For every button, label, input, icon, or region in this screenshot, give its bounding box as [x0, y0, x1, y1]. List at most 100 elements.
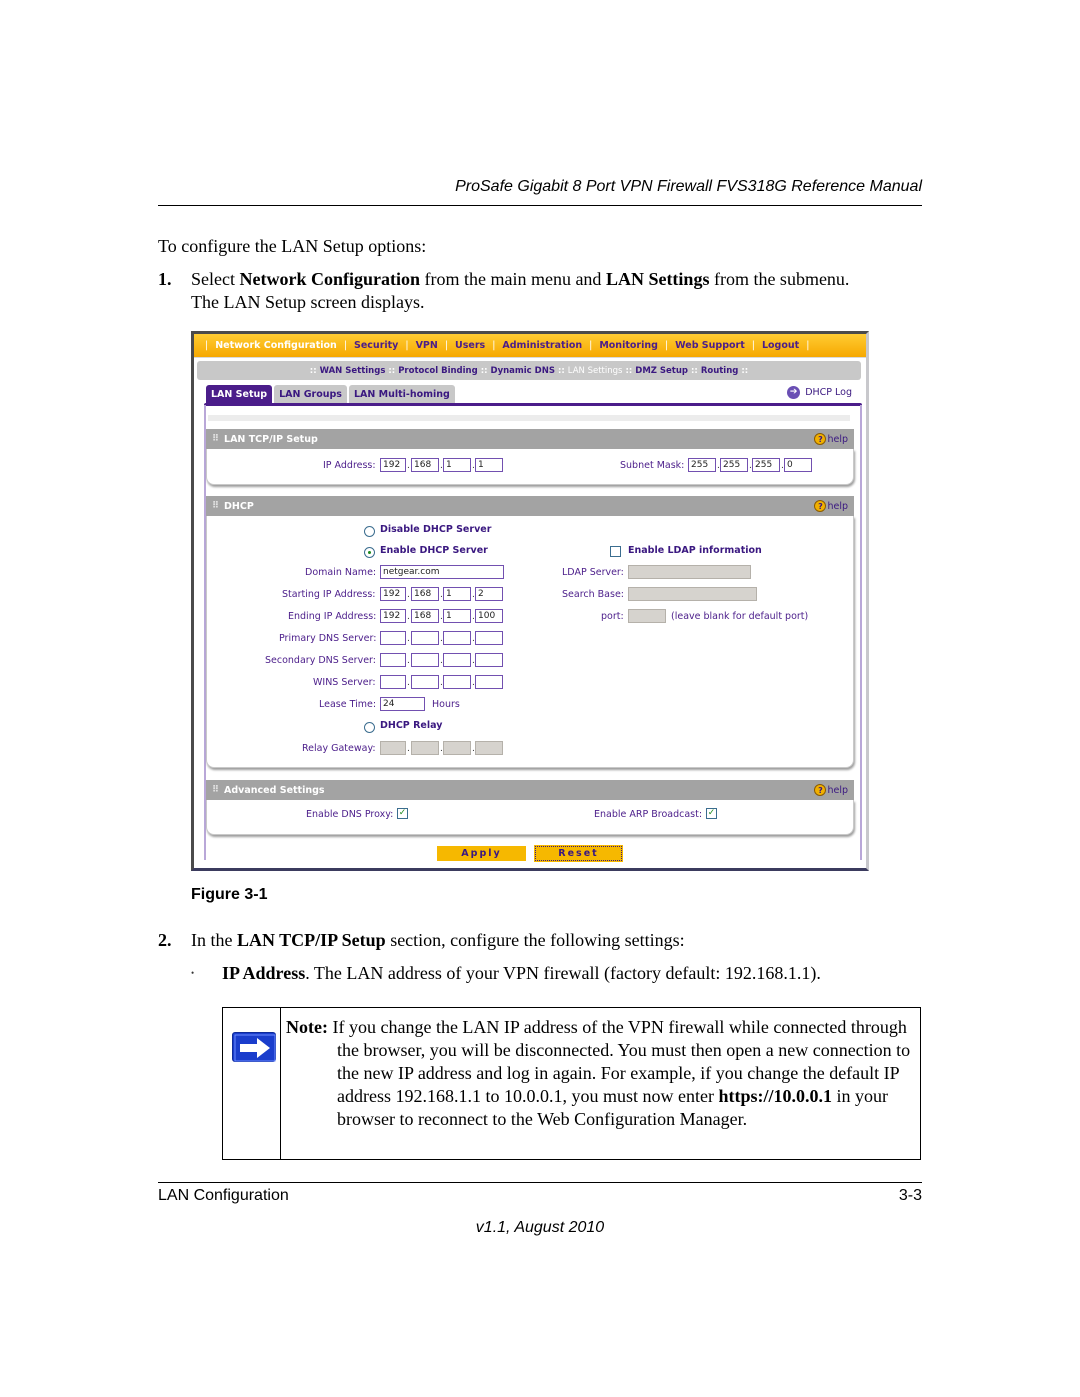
step-number: 1.: [158, 269, 172, 289]
lease-time-input[interactable]: 24: [380, 697, 425, 711]
menu-administration[interactable]: Administration: [502, 340, 582, 351]
relay-gateway-label: Relay Gateway:: [302, 743, 376, 754]
start-octet-4[interactable]: 2: [475, 587, 503, 601]
enable-dhcp-radio[interactable]: [364, 547, 375, 558]
submenu-dynamic-dns[interactable]: Dynamic DNS: [491, 366, 555, 376]
enable-ldap-checkbox[interactable]: [610, 546, 621, 557]
ip-octet-3[interactable]: 1: [443, 458, 471, 472]
step-2: 2. In the LAN TCP/IP Setup section, conf…: [158, 929, 922, 954]
submenu-lan-settings[interactable]: LAN Settings: [568, 366, 623, 376]
circle-arrow-icon: ➔: [787, 386, 801, 399]
mask-octet-1[interactable]: 255: [688, 458, 716, 472]
lease-unit-label: Hours: [432, 699, 460, 710]
submenu-routing[interactable]: Routing: [701, 366, 739, 376]
lan-tcpip-section-header: ⠿ LAN TCP/IP Setup ? help: [206, 429, 854, 449]
note-box: Note: If you change the LAN IP address o…: [222, 1007, 921, 1160]
mask-octet-4[interactable]: 0: [784, 458, 812, 472]
ip-octet-2[interactable]: 168: [411, 458, 439, 472]
dhcp-relay-radio[interactable]: [364, 722, 375, 733]
reset-button[interactable]: Reset: [534, 845, 623, 862]
disable-dhcp-radio[interactable]: [364, 526, 375, 537]
help-link[interactable]: ? help: [814, 500, 848, 512]
arrow-right-icon: [232, 1032, 276, 1062]
sub-menu: :: WAN Settings:: Protocol Binding:: Dyn…: [197, 361, 861, 380]
arp-broadcast-checkbox[interactable]: ✓: [706, 808, 717, 819]
help-link[interactable]: ? help: [814, 784, 848, 796]
ip-octet-4[interactable]: 1: [475, 458, 503, 472]
wins-octet-3[interactable]: [443, 675, 471, 689]
grip-icon: ⠿: [212, 785, 219, 795]
submenu-protocol-binding[interactable]: Protocol Binding: [398, 366, 478, 376]
menu-logout[interactable]: Logout: [762, 340, 799, 351]
start-octet-1[interactable]: 192: [380, 587, 406, 601]
end-octet-2[interactable]: 168: [411, 609, 439, 623]
apply-button[interactable]: Apply: [437, 846, 526, 861]
note-divider: [280, 1008, 281, 1159]
dns1-octet-3[interactable]: [443, 631, 471, 645]
dns1-octet-2[interactable]: [411, 631, 439, 645]
domain-name-label: Domain Name:: [305, 567, 377, 578]
menu-web-support[interactable]: Web Support: [675, 340, 745, 351]
step-body: Select Network Configuration from the ma…: [191, 268, 911, 314]
menu-users[interactable]: Users: [455, 340, 485, 351]
mask-octet-3[interactable]: 255: [752, 458, 780, 472]
dns2-octet-2[interactable]: [411, 653, 439, 667]
ending-ip-label: Ending IP Address:: [288, 611, 377, 622]
bold-url: https://10.0.0.1: [718, 1086, 832, 1106]
menu-vpn[interactable]: VPN: [416, 340, 438, 351]
bold-term: LAN Settings: [605, 269, 710, 289]
relay-octet-1: [380, 741, 406, 755]
port-label: port:: [601, 611, 624, 622]
port-hint: (leave blank for default port): [671, 611, 809, 622]
ldap-port-input: [628, 609, 666, 623]
running-head: ProSafe Gigabit 8 Port VPN Firewall FVS3…: [455, 178, 922, 195]
menu-security[interactable]: Security: [354, 340, 398, 351]
grip-icon: ⠿: [212, 501, 219, 511]
bold-term: LAN TCP/IP Setup: [236, 930, 386, 950]
dns2-octet-1[interactable]: [380, 653, 406, 667]
help-label: help: [827, 433, 848, 445]
wins-octet-2[interactable]: [411, 675, 439, 689]
domain-name-input[interactable]: netgear.com: [380, 565, 504, 579]
tab-lan-setup[interactable]: LAN Setup: [206, 385, 273, 404]
dns2-octet-3[interactable]: [443, 653, 471, 667]
intro-text: To configure the LAN Setup options:: [158, 236, 427, 256]
dns2-octet-4[interactable]: [475, 653, 503, 667]
dns1-octet-1[interactable]: [380, 631, 406, 645]
end-octet-1[interactable]: 192: [380, 609, 406, 623]
menu-network-configuration[interactable]: Network Configuration: [215, 340, 337, 351]
start-octet-2[interactable]: 168: [411, 587, 439, 601]
disable-dhcp-label: Disable DHCP Server: [380, 524, 492, 535]
dhcp-log-label: DHCP Log: [805, 387, 852, 398]
dns-proxy-checkbox[interactable]: ✓: [397, 808, 408, 819]
end-octet-4[interactable]: 100: [475, 609, 503, 623]
end-octet-3[interactable]: 1: [443, 609, 471, 623]
tab-lan-groups[interactable]: LAN Groups: [274, 385, 347, 404]
header-rule: [158, 205, 922, 206]
dhcp-log-link[interactable]: ➔ DHCP Log: [787, 386, 852, 399]
text: The LAN Setup screen displays.: [191, 292, 425, 312]
submenu-wan-settings[interactable]: WAN Settings: [320, 366, 386, 376]
submenu-dmz-setup[interactable]: DMZ Setup: [635, 366, 688, 376]
help-label: help: [827, 500, 848, 512]
footer-chapter: LAN Configuration: [158, 1187, 289, 1204]
dns1-octet-4[interactable]: [475, 631, 503, 645]
bullet-body: IP Address. The LAN address of your VPN …: [222, 962, 821, 985]
section-title: LAN TCP/IP Setup: [224, 433, 318, 445]
footer-version: v1.1, August 2010: [475, 1219, 605, 1236]
start-octet-3[interactable]: 1: [443, 587, 471, 601]
tab-lan-multi-homing[interactable]: LAN Multi-homing: [348, 385, 455, 404]
main-menu: | Network Configuration | Security | VPN | …: [194, 334, 866, 358]
note-text: Note: If you change the LAN IP address o…: [286, 1016, 916, 1131]
wins-octet-1[interactable]: [380, 675, 406, 689]
menu-monitoring[interactable]: Monitoring: [599, 340, 658, 351]
ldap-server-label: LDAP Server:: [562, 567, 624, 578]
mask-octet-2[interactable]: 255: [720, 458, 748, 472]
wins-octet-4[interactable]: [475, 675, 503, 689]
bullet-symbol: •: [191, 968, 195, 978]
lan-setup-screenshot: | Network Configuration | Security | VPN | …: [191, 331, 869, 871]
ip-octet-1[interactable]: 192: [380, 458, 406, 472]
ldap-server-input: [628, 565, 751, 579]
help-link[interactable]: ? help: [814, 433, 848, 445]
help-icon: ?: [814, 784, 827, 796]
